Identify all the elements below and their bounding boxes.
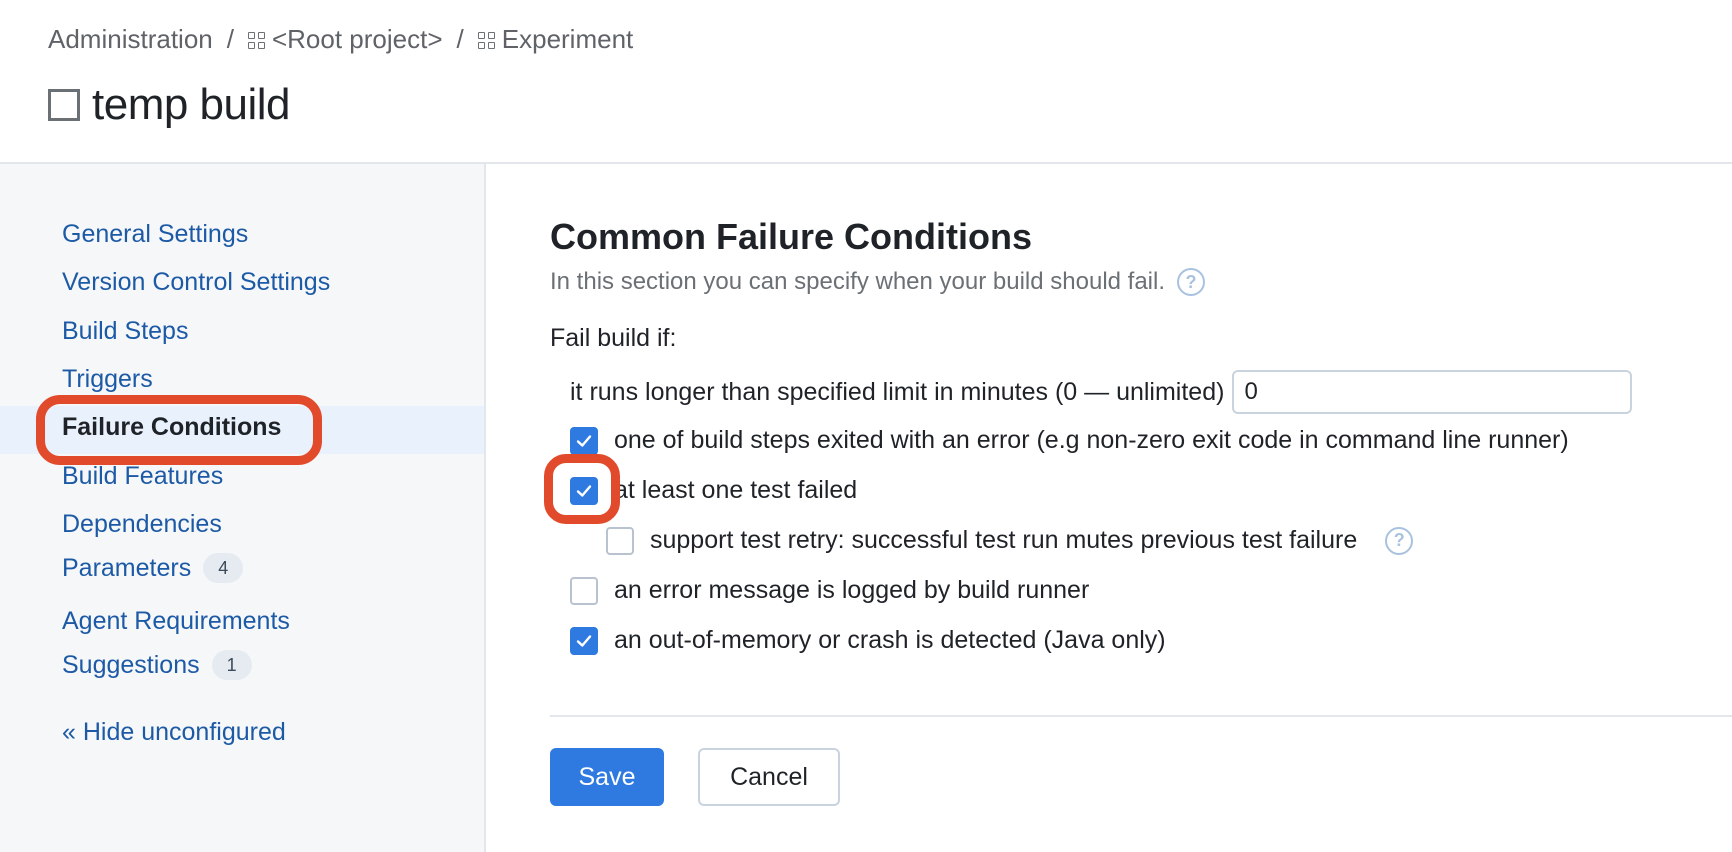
condition-row: an out-of-memory or crash is detected (J… <box>570 626 1166 655</box>
check-icon <box>576 434 592 447</box>
condition-row: at least one test failed <box>570 476 857 505</box>
section-description-text: In this section you can specify when you… <box>550 268 1166 295</box>
suggestions-count-badge: 1 <box>211 650 252 680</box>
condition-label: an error message is logged by build runn… <box>614 576 1090 604</box>
breadcrumb-experiment[interactable]: Experiment <box>502 24 634 55</box>
sidebar-item-failure-conditions[interactable]: Failure Conditions <box>62 413 281 442</box>
breadcrumb-separator: / <box>456 24 464 54</box>
help-icon[interactable]: ? <box>1177 268 1206 296</box>
condition-row: support test retry: successful test run … <box>606 526 1414 555</box>
breadcrumb-administration[interactable]: Administration <box>48 24 213 55</box>
timeout-label: it runs longer than specified limit in m… <box>570 377 1225 406</box>
sidebar-item-build-steps[interactable]: Build Steps <box>62 317 188 346</box>
save-button[interactable]: Save <box>550 748 664 806</box>
sidebar-item-triggers[interactable]: Triggers <box>62 365 153 394</box>
timeout-row: it runs longer than specified limit in m… <box>570 370 1633 414</box>
condition-row: an error message is logged by build runn… <box>570 576 1089 605</box>
sidebar-item-suggestions[interactable]: Suggestions 1 <box>62 650 252 680</box>
sidebar: General Settings Version Control Setting… <box>0 164 486 852</box>
sidebar-item-version-control-settings[interactable]: Version Control Settings <box>62 268 330 297</box>
page-title: temp build <box>92 80 291 129</box>
breadcrumb-separator: / <box>226 24 234 54</box>
help-icon[interactable]: ? <box>1385 526 1414 555</box>
check-icon <box>576 484 592 497</box>
breadcrumb: Administration / <Root project> / Experi… <box>48 24 633 55</box>
section-description: In this section you can specify when you… <box>550 268 1206 296</box>
out-of-memory-checkbox[interactable] <box>570 626 598 655</box>
parameters-count-badge: 4 <box>203 553 244 583</box>
hide-unconfigured-link[interactable]: « Hide unconfigured <box>62 718 286 747</box>
sidebar-item-label: Suggestions <box>62 650 200 679</box>
breadcrumb-root-project[interactable]: <Root project> <box>272 24 443 55</box>
sidebar-item-general-settings[interactable]: General Settings <box>62 220 248 249</box>
page-title-row: temp build <box>48 80 291 130</box>
condition-label: an out-of-memory or crash is detected (J… <box>614 626 1166 654</box>
test-failed-checkbox[interactable] <box>570 476 598 505</box>
cancel-button[interactable]: Cancel <box>698 748 840 806</box>
condition-label: support test retry: successful test run … <box>650 526 1358 554</box>
timeout-minutes-input[interactable] <box>1232 370 1633 414</box>
sidebar-item-agent-requirements[interactable]: Agent Requirements <box>62 607 290 636</box>
main-content: Common Failure Conditions In this sectio… <box>488 164 1732 852</box>
sidebar-item-dependencies[interactable]: Dependencies <box>62 510 222 539</box>
condition-label: at least one test failed <box>614 476 858 504</box>
sidebar-item-build-features[interactable]: Build Features <box>62 462 223 491</box>
section-title: Common Failure Conditions <box>550 216 1032 257</box>
sidebar-item-parameters[interactable]: Parameters 4 <box>62 553 244 583</box>
build-config-icon <box>48 89 80 121</box>
project-grid-icon <box>247 31 266 50</box>
page-header: Administration / <Root project> / Experi… <box>0 0 1732 164</box>
project-grid-icon <box>477 31 496 50</box>
sidebar-item-label: Parameters <box>62 553 192 582</box>
condition-row: one of build steps exited with an error … <box>570 426 1569 455</box>
fail-build-if-label: Fail build if: <box>550 324 677 352</box>
check-icon <box>576 634 592 647</box>
build-step-error-checkbox[interactable] <box>570 426 598 455</box>
condition-label: one of build steps exited with an error … <box>614 426 1569 454</box>
error-message-logged-checkbox[interactable] <box>570 576 598 605</box>
support-test-retry-checkbox[interactable] <box>606 526 634 555</box>
form-divider <box>550 715 1732 717</box>
